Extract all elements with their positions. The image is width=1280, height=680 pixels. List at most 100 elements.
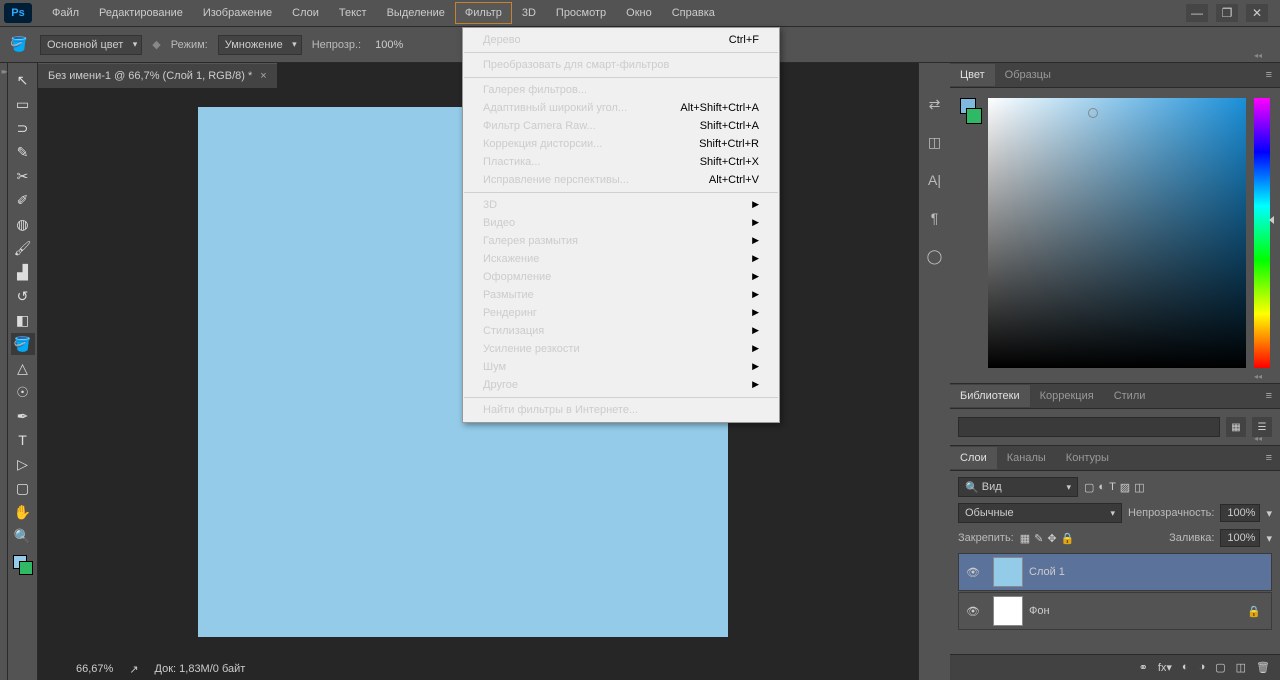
menu-просмотр[interactable]: Просмотр xyxy=(546,2,616,24)
layer-row[interactable]: 👁Слой 1 xyxy=(958,553,1272,591)
close-button[interactable]: ✕ xyxy=(1246,4,1268,22)
tab-Контуры[interactable]: Контуры xyxy=(1056,447,1119,469)
pen-tool[interactable]: ✒ xyxy=(11,405,35,427)
adjustment-icon[interactable]: ◑ xyxy=(1199,661,1206,674)
tab-Стили[interactable]: Стили xyxy=(1104,385,1156,407)
menu-item-Найти-фильтры-в-Интернете-[interactable]: Найти фильтры в Интернете... xyxy=(463,401,779,419)
type-tool[interactable]: T xyxy=(11,429,35,451)
fx-icon[interactable]: fx▾ xyxy=(1158,661,1172,674)
character-panel-icon[interactable]: A| xyxy=(924,169,946,191)
history-brush-tool[interactable]: ↺ xyxy=(11,285,35,307)
new-layer-icon[interactable]: ◫ xyxy=(1236,661,1246,674)
menu-item-Фильтр-Camera-Raw-[interactable]: Фильтр Camera Raw...Shift+Ctrl+A xyxy=(463,117,779,135)
group-icon[interactable]: ▢ xyxy=(1215,661,1225,674)
brush-tool[interactable]: 🖌 xyxy=(11,237,35,259)
grid-view-icon[interactable]: ▦ xyxy=(1226,417,1246,437)
menu-item-Размытие[interactable]: Размытие▶ xyxy=(463,286,779,304)
menu-справка[interactable]: Справка xyxy=(662,2,725,24)
menu-изображение[interactable]: Изображение xyxy=(193,2,282,24)
link-layers-icon[interactable]: ⚭ xyxy=(1139,661,1148,674)
minimize-button[interactable]: ― xyxy=(1186,4,1208,22)
visibility-icon[interactable]: 👁 xyxy=(959,605,987,618)
paragraph-panel-icon[interactable]: ¶ xyxy=(924,207,946,229)
layer-filter-select[interactable]: 🔍 Вид xyxy=(958,477,1078,497)
panel-menu-icon[interactable]: ≡ xyxy=(1258,390,1280,402)
quick-select-tool[interactable]: ✎ xyxy=(11,141,35,163)
menu-item-Искажение[interactable]: Искажение▶ xyxy=(463,250,779,268)
layer-thumb[interactable] xyxy=(993,596,1023,626)
maximize-button[interactable]: ❐ xyxy=(1216,4,1238,22)
color-swatch-panel[interactable] xyxy=(960,98,980,373)
stamp-tool[interactable]: ▟ xyxy=(11,261,35,283)
dodge-tool[interactable]: ☉ xyxy=(11,381,35,403)
tab-Образцы[interactable]: Образцы xyxy=(995,64,1061,86)
saturation-field[interactable] xyxy=(988,98,1246,368)
panel-grip-icon[interactable]: ▸▸ xyxy=(1,67,5,76)
menu-слои[interactable]: Слои xyxy=(282,2,329,24)
lock-icons[interactable]: ▦✎✥🔒 xyxy=(1020,532,1075,545)
menu-файл[interactable]: Файл xyxy=(42,2,89,24)
history-panel-icon[interactable]: ⇄ xyxy=(924,93,946,115)
bucket-tool[interactable]: 🪣 xyxy=(11,333,35,355)
opacity-value[interactable]: 100% xyxy=(371,37,407,53)
tab-Коррекция[interactable]: Коррекция xyxy=(1030,385,1104,407)
blur-tool[interactable]: △ xyxy=(11,357,35,379)
menu-item-Адаптивный-широкий-угол-[interactable]: Адаптивный широкий угол...Alt+Shift+Ctrl… xyxy=(463,99,779,117)
menu-item-Коррекция-дисторсии-[interactable]: Коррекция дисторсии...Shift+Ctrl+R xyxy=(463,135,779,153)
menu-выделение[interactable]: Выделение xyxy=(377,2,455,24)
tab-Каналы[interactable]: Каналы xyxy=(997,447,1056,469)
mask-icon[interactable]: ◐ xyxy=(1182,661,1189,674)
eyedropper-tool[interactable]: ✐ xyxy=(11,189,35,211)
marquee-tool[interactable]: ▭ xyxy=(11,93,35,115)
eraser-tool[interactable]: ◧ xyxy=(11,309,35,331)
menu-item-Галерея-размытия[interactable]: Галерея размытия▶ xyxy=(463,232,779,250)
fill-source-select[interactable]: Основной цвет xyxy=(40,35,142,55)
hand-tool[interactable]: ✋ xyxy=(11,501,35,523)
menu-3d[interactable]: 3D xyxy=(512,2,546,24)
crop-tool[interactable]: ✂ xyxy=(11,165,35,187)
tab-Библиотеки[interactable]: Библиотеки xyxy=(950,385,1030,407)
menu-item-Дерево[interactable]: ДеревоCtrl+F xyxy=(463,31,779,49)
library-select[interactable] xyxy=(958,417,1220,437)
bucket-tool-icon[interactable]: 🪣 xyxy=(8,34,30,56)
menu-окно[interactable]: Окно xyxy=(616,2,662,24)
layer-filter-icons[interactable]: ▢◐T▨◫ xyxy=(1084,481,1145,494)
menu-item-Рендеринг[interactable]: Рендеринг▶ xyxy=(463,304,779,322)
document-tab[interactable]: Без имени-1 @ 66,7% (Слой 1, RGB/8) *× xyxy=(38,63,277,88)
properties-panel-icon[interactable]: ◫ xyxy=(924,131,946,153)
share-icon[interactable]: ↗ xyxy=(129,663,138,676)
move-tool[interactable]: ↖ xyxy=(11,69,35,91)
path-select-tool[interactable]: ▷ xyxy=(11,453,35,475)
panel-menu-icon[interactable]: ≡ xyxy=(1258,452,1280,464)
menu-item-Другое[interactable]: Другое▶ xyxy=(463,376,779,394)
tab-Слои[interactable]: Слои xyxy=(950,447,997,469)
delete-layer-icon[interactable]: 🗑 xyxy=(1256,661,1270,674)
menu-item-Стилизация[interactable]: Стилизация▶ xyxy=(463,322,779,340)
rectangle-tool[interactable]: ▢ xyxy=(11,477,35,499)
layer-row[interactable]: 👁Фон🔒 xyxy=(958,592,1272,630)
zoom-value[interactable]: 66,67% xyxy=(76,663,113,675)
menu-item-Оформление[interactable]: Оформление▶ xyxy=(463,268,779,286)
menu-item-Преобразовать-для-смарт-фильтров[interactable]: Преобразовать для смарт-фильтров xyxy=(463,56,779,74)
menu-item-Исправление-перспективы-[interactable]: Исправление перспективы...Alt+Ctrl+V xyxy=(463,171,779,189)
panel-menu-icon[interactable]: ≡ xyxy=(1258,69,1280,81)
close-tab-icon[interactable]: × xyxy=(260,70,266,82)
layer-blend-select[interactable]: Обычные xyxy=(958,503,1122,523)
zoom-tool[interactable]: 🔍 xyxy=(11,525,35,547)
menu-item-Видео[interactable]: Видео▶ xyxy=(463,214,779,232)
lasso-tool[interactable]: ⊃ xyxy=(11,117,35,139)
blend-mode-select[interactable]: Умножение xyxy=(218,35,302,55)
menu-item-Шум[interactable]: Шум▶ xyxy=(463,358,779,376)
menu-редактирование[interactable]: Редактирование xyxy=(89,2,193,24)
menu-item-Пластика-[interactable]: Пластика...Shift+Ctrl+X xyxy=(463,153,779,171)
fill-value[interactable]: 100% xyxy=(1220,529,1260,547)
menu-item-Усиление-резкости[interactable]: Усиление резкости▶ xyxy=(463,340,779,358)
hue-slider[interactable] xyxy=(1254,98,1270,368)
menu-текст[interactable]: Текст xyxy=(329,2,377,24)
heal-tool[interactable]: ◍ xyxy=(11,213,35,235)
tab-Цвет[interactable]: Цвет xyxy=(950,64,995,86)
menu-item-Галерея-фильтров-[interactable]: Галерея фильтров... xyxy=(463,81,779,99)
layer-opacity-value[interactable]: 100% xyxy=(1220,504,1260,522)
3d-panel-icon[interactable]: ◯ xyxy=(924,245,946,267)
color-swatch[interactable] xyxy=(13,555,33,575)
